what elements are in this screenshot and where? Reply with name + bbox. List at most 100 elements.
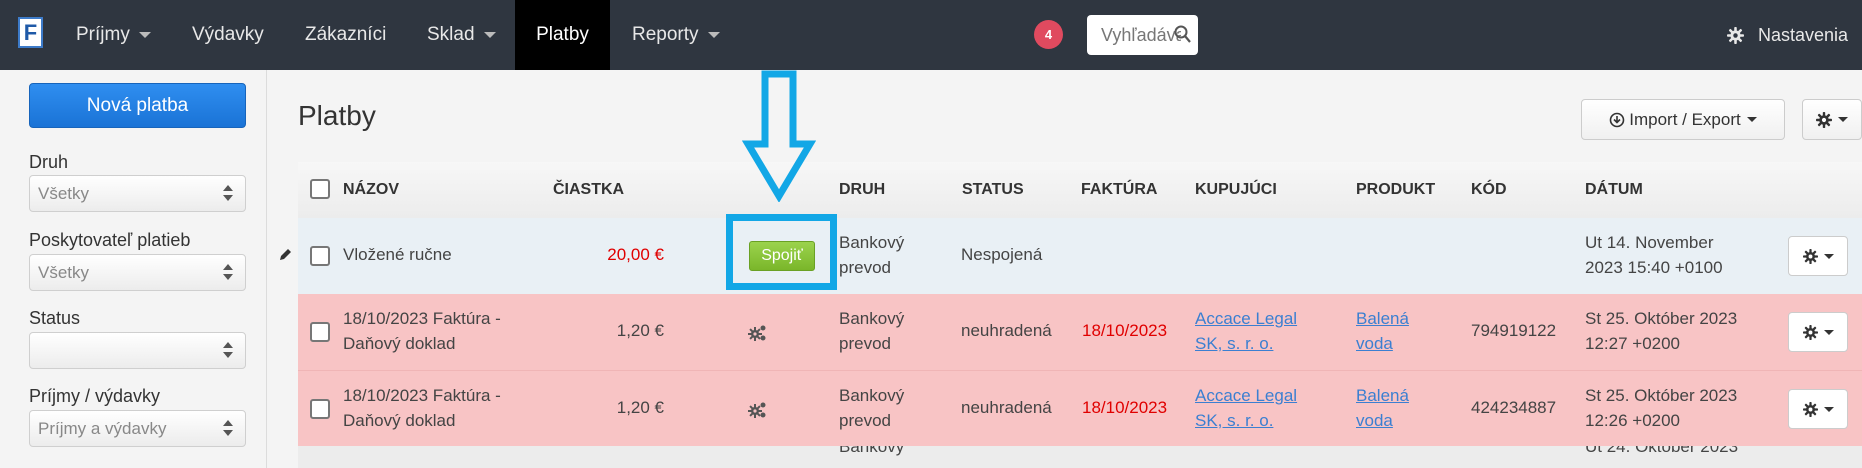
col-nazov[interactable]: NÁZOV	[343, 181, 399, 199]
row-invoice[interactable]: 18/10/2023	[1082, 395, 1167, 420]
row-date-line1: Ut 14. November	[1585, 233, 1714, 252]
row-product-link-line1[interactable]: Balená	[1356, 383, 1409, 408]
table-row[interactable]: Vložené ručne 20,00 € Bankový prevod Nes…	[298, 218, 1862, 294]
table-row[interactable]: Bankový Ut 24. Október 2023	[298, 446, 1862, 468]
row-actions-button[interactable]	[1788, 312, 1848, 352]
row-code: 424234887	[1471, 398, 1557, 417]
search-input[interactable]	[1101, 24, 1181, 46]
row-type-line1: Bankový	[839, 386, 905, 405]
row-buyer-link-line1[interactable]: Accace Legal	[1195, 383, 1297, 408]
nav-vydavky[interactable]: Výdavky	[170, 0, 286, 70]
row-amount: 20,00 €	[607, 245, 664, 264]
sort-arrows-icon	[223, 342, 233, 360]
col-produkt[interactable]: PRODUKT	[1356, 181, 1435, 199]
row-product-link-line2[interactable]: voda	[1356, 331, 1393, 356]
col-ciastka[interactable]: ČIASTKA	[553, 181, 624, 199]
chevron-down-icon	[1746, 117, 1757, 122]
row-type-line2: prevod	[839, 258, 891, 277]
settings-link[interactable]: Nastavenia	[1727, 0, 1848, 70]
row-buyer-link-line1[interactable]: Accace Legal	[1195, 306, 1297, 331]
row-type-line1: Bankový	[839, 446, 905, 456]
col-kupujuci[interactable]: KUPUJÚCI	[1195, 181, 1277, 199]
table-row[interactable]: 18/10/2023 Faktúra - Daňový doklad 1,20 …	[298, 370, 1862, 446]
new-payment-button[interactable]: Nová platba	[29, 83, 246, 128]
table-settings-button[interactable]	[1802, 99, 1862, 140]
row-buyer-link-line2[interactable]: SK, s. r. o.	[1195, 408, 1273, 433]
row-status: neuhradená	[961, 321, 1052, 340]
sort-arrows-icon	[223, 420, 233, 438]
row-name-line1: 18/10/2023 Faktúra -	[343, 309, 501, 328]
row-product-link-line2[interactable]: voda	[1356, 408, 1393, 433]
chevron-down-icon	[1823, 406, 1834, 412]
notification-badge[interactable]: 4	[1034, 20, 1063, 49]
col-kod[interactable]: KÓD	[1471, 181, 1507, 199]
nav-sklad-label: Sklad	[427, 24, 475, 45]
download-circle-icon	[1609, 112, 1625, 127]
row-type-line2: prevod	[839, 411, 891, 430]
connect-button[interactable]: Spojiť	[749, 241, 815, 271]
col-faktura[interactable]: FAKTÚRA	[1081, 181, 1157, 199]
table-header: NÁZOV ČIASTKA DRUH STATUS FAKTÚRA KUPUJÚ…	[298, 162, 1862, 218]
chevron-down-icon	[138, 32, 151, 38]
row-actions-button[interactable]	[1788, 389, 1848, 429]
row-date-line2: 12:26 +0200	[1585, 411, 1681, 430]
gear-icon	[1802, 401, 1818, 417]
import-export-button[interactable]: Import / Export	[1581, 99, 1785, 140]
nav-platby-label: Platby	[536, 24, 589, 45]
nav-vydavky-label: Výdavky	[192, 24, 264, 45]
app-logo[interactable]: F	[18, 17, 43, 48]
nav-zakaznici[interactable]: Zákazníci	[283, 0, 408, 70]
row-buyer-link-line2[interactable]: SK, s. r. o.	[1195, 331, 1273, 356]
filter-income-value: Príjmy a výdavky	[38, 418, 167, 438]
filter-income-select[interactable]: Príjmy a výdavky	[29, 410, 246, 447]
search-box[interactable]	[1087, 15, 1198, 55]
settings-label: Nastavenia	[1758, 24, 1849, 45]
row-checkbox[interactable]	[310, 246, 330, 266]
row-amount: 1,20 €	[616, 398, 664, 417]
chevron-down-icon	[1823, 329, 1834, 335]
chevron-down-icon	[1823, 253, 1834, 259]
filter-provider-label: Poskytovateľ platieb	[29, 230, 191, 250]
row-checkbox[interactable]	[310, 399, 330, 419]
filter-druh-select[interactable]: Všetky	[29, 175, 246, 212]
select-all-checkbox[interactable]	[310, 179, 330, 199]
row-invoice[interactable]: 18/10/2023	[1082, 318, 1167, 343]
row-date-line1: St 25. Október 2023	[1585, 386, 1738, 405]
gear-icon	[1802, 248, 1818, 264]
arrow-down-icon	[742, 70, 816, 202]
filter-provider-select[interactable]: Všetky	[29, 254, 246, 291]
row-product-link-line1[interactable]: Balená	[1356, 306, 1409, 331]
row-type-line1: Bankový	[839, 309, 905, 328]
filter-income-label: Príjmy / výdavky	[29, 386, 161, 406]
page-title: Platby	[298, 100, 376, 131]
col-status[interactable]: STATUS	[962, 181, 1024, 199]
search-icon[interactable]	[1174, 25, 1192, 45]
filter-status-select[interactable]	[29, 332, 246, 369]
col-datum[interactable]: DÁTUM	[1585, 181, 1643, 199]
chevron-down-icon	[483, 32, 496, 38]
pencil-icon[interactable]	[278, 248, 292, 262]
filter-status-label: Status	[29, 308, 81, 328]
chevron-down-icon	[707, 32, 720, 38]
row-status: Nespojená	[961, 245, 1043, 264]
cogs-icon[interactable]	[748, 324, 768, 342]
top-navbar: F Príjmy Výdavky Zákazníci Sklad Platby …	[0, 0, 1862, 70]
row-actions-button[interactable]	[1788, 236, 1848, 276]
row-name-line2: Daňový doklad	[343, 334, 456, 353]
filter-provider-value: Všetky	[38, 262, 90, 282]
row-status: neuhradená	[961, 398, 1052, 417]
row-name-line1: 18/10/2023 Faktúra -	[343, 386, 501, 405]
nav-platby[interactable]: Platby	[515, 0, 610, 70]
row-date-line2: 2023 15:40 +0100	[1585, 258, 1723, 277]
filter-druh-value: Všetky	[38, 183, 90, 203]
table-row[interactable]: 18/10/2023 Faktúra - Daňový doklad 1,20 …	[298, 294, 1862, 370]
chevron-down-icon	[1838, 117, 1848, 122]
row-name-line2: Daňový doklad	[343, 411, 456, 430]
nav-prijmy[interactable]: Príjmy	[54, 0, 173, 70]
row-checkbox[interactable]	[310, 322, 330, 342]
col-druh[interactable]: DRUH	[839, 181, 885, 199]
cogs-icon[interactable]	[748, 401, 768, 419]
row-type-line1: Bankový	[839, 233, 905, 252]
nav-sklad[interactable]: Sklad	[405, 0, 518, 70]
nav-reporty[interactable]: Reporty	[610, 0, 742, 70]
